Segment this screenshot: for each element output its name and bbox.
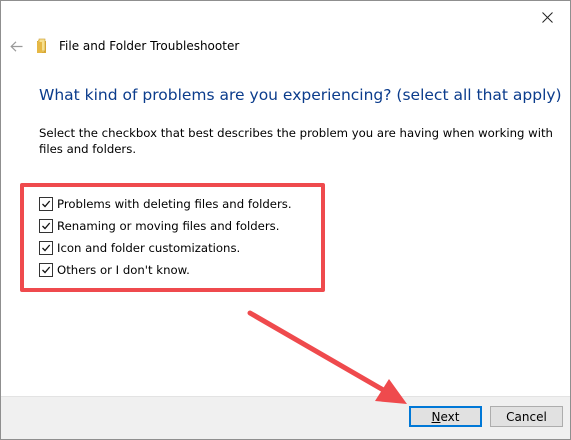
annotation-highlight-box	[20, 183, 325, 292]
next-button-accesskey: N	[431, 409, 441, 424]
next-button[interactable]: Next	[409, 406, 482, 427]
next-button-label: ext	[440, 409, 460, 424]
page-heading: What kind of problems are you experienci…	[39, 86, 562, 104]
window-title: File and Folder Troubleshooter	[59, 39, 240, 53]
button-footer: Next Cancel	[1, 396, 570, 439]
title-bar: File and Folder Troubleshooter	[36, 35, 239, 57]
page-description: Select the checkbox that best describes …	[39, 126, 553, 156]
troubleshooter-window: File and Folder Troubleshooter What kind…	[0, 0, 571, 440]
close-icon	[541, 11, 553, 23]
close-button[interactable]	[524, 1, 570, 33]
cancel-button[interactable]: Cancel	[490, 406, 563, 427]
folder-icon	[37, 38, 46, 53]
back-button[interactable]	[7, 34, 25, 58]
back-arrow-icon	[9, 40, 22, 52]
